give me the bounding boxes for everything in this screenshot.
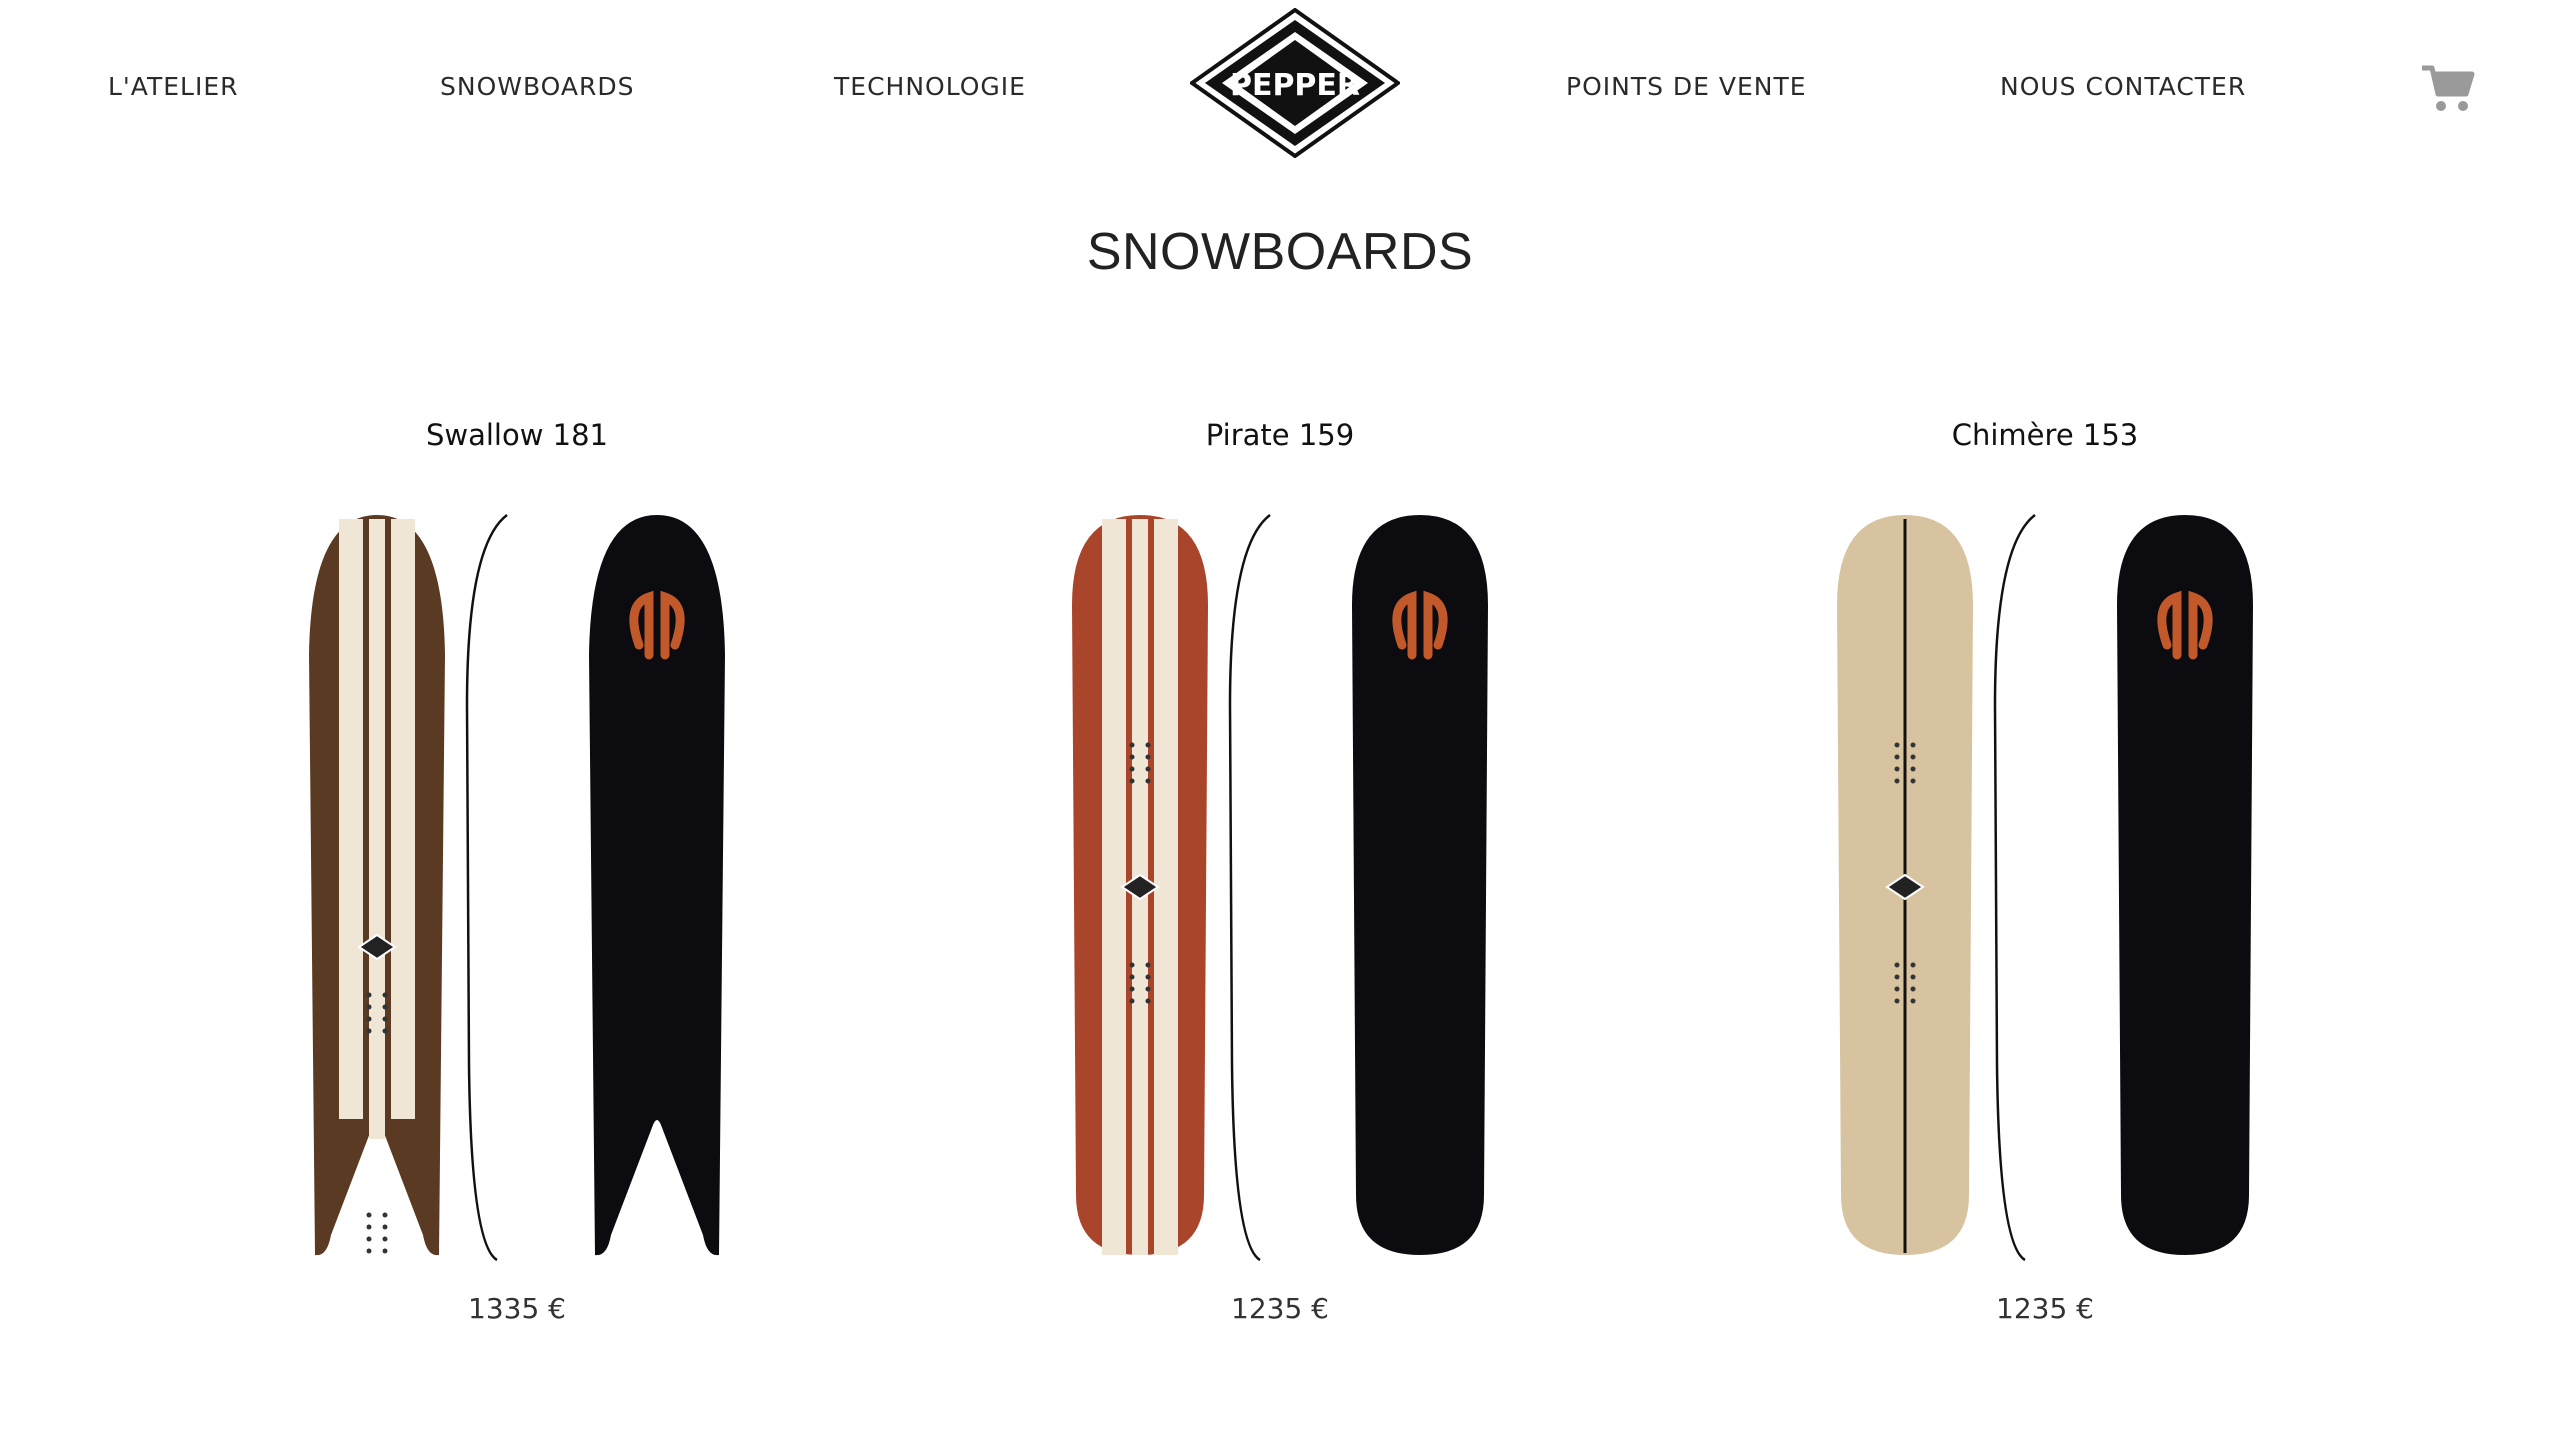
insert-hole [1910, 986, 1916, 992]
insert-hole [1910, 974, 1916, 980]
insert-hole [1894, 998, 1900, 1004]
insert-hole [382, 1212, 388, 1218]
pepper-logo[interactable]: PEPPER [1190, 8, 1400, 158]
board-stripe [369, 519, 385, 1139]
product-name[interactable]: Pirate 159 [980, 418, 1580, 452]
insert-hole [382, 1004, 388, 1010]
insert-hole [1910, 998, 1916, 1004]
insert-hole [382, 992, 388, 998]
insert-hole [1145, 986, 1151, 992]
product-price: 1235 € [1996, 1292, 2094, 1325]
insert-hole [1129, 974, 1135, 980]
product-price: 1335 € [468, 1292, 566, 1325]
insert-hole [382, 1236, 388, 1242]
nav-link-snowboards[interactable]: SNOWBOARDS [440, 72, 635, 101]
insert-hole [1145, 962, 1151, 968]
board-stripe [339, 519, 363, 1119]
insert-hole [366, 1224, 372, 1230]
insert-hole [1894, 974, 1900, 980]
insert-hole [366, 1212, 372, 1218]
nav-link-technologie[interactable]: TECHNOLOGIE [834, 72, 1026, 101]
insert-hole [1910, 778, 1916, 784]
insert-hole [1894, 742, 1900, 748]
insert-hole [1145, 742, 1151, 748]
nav-link-nous-contacter[interactable]: NOUS CONTACTER [2000, 72, 2246, 101]
insert-hole [1129, 778, 1135, 784]
product-name[interactable]: Swallow 181 [217, 418, 817, 452]
insert-hole [1894, 986, 1900, 992]
insert-hole [1894, 754, 1900, 760]
product-name[interactable]: Chimère 153 [1745, 418, 2345, 452]
product-image[interactable] [1745, 505, 2345, 1265]
insert-hole [382, 1028, 388, 1034]
insert-hole [1129, 754, 1135, 760]
nav-link-points-de-vente[interactable]: POINTS DE VENTE [1566, 72, 1807, 101]
insert-hole [382, 1016, 388, 1022]
product-image[interactable] [217, 505, 817, 1265]
cart-icon[interactable] [2420, 60, 2476, 116]
insert-hole [366, 1236, 372, 1242]
insert-hole [366, 1028, 372, 1034]
product-image[interactable] [980, 505, 1580, 1265]
insert-hole [366, 1016, 372, 1022]
insert-hole [1145, 778, 1151, 784]
insert-hole [1129, 742, 1135, 748]
logo-wordmark: PEPPER [1230, 68, 1360, 103]
insert-hole [1129, 962, 1135, 968]
insert-hole [1910, 754, 1916, 760]
insert-hole [1894, 766, 1900, 772]
board-base [1352, 515, 1488, 1255]
top-navigation: L'ATELIER SNOWBOARDS TECHNOLOGIE PEPPER … [0, 0, 2560, 180]
insert-hole [1129, 766, 1135, 772]
board-side-profile [1993, 514, 2036, 1262]
board-side-profile [1228, 514, 1271, 1262]
page-title: SNOWBOARDS [1086, 223, 1474, 281]
insert-hole [366, 1248, 372, 1254]
insert-hole [366, 992, 372, 998]
insert-hole [366, 1004, 372, 1010]
nav-link-atelier[interactable]: L'ATELIER [108, 72, 239, 101]
insert-hole [1145, 754, 1151, 760]
insert-hole [1145, 766, 1151, 772]
board-stripe [391, 519, 415, 1119]
insert-hole [1910, 962, 1916, 968]
board-side-profile [465, 514, 508, 1262]
insert-hole [382, 1224, 388, 1230]
insert-hole [1910, 742, 1916, 748]
insert-hole [1894, 962, 1900, 968]
insert-hole [1145, 974, 1151, 980]
insert-hole [382, 1248, 388, 1254]
board-base [589, 515, 725, 1256]
insert-hole [1129, 986, 1135, 992]
product-price: 1235 € [1231, 1292, 1329, 1325]
insert-hole [1894, 778, 1900, 784]
insert-hole [1129, 998, 1135, 1004]
board-base [2117, 515, 2253, 1255]
insert-hole [1910, 766, 1916, 772]
insert-hole [1145, 998, 1151, 1004]
